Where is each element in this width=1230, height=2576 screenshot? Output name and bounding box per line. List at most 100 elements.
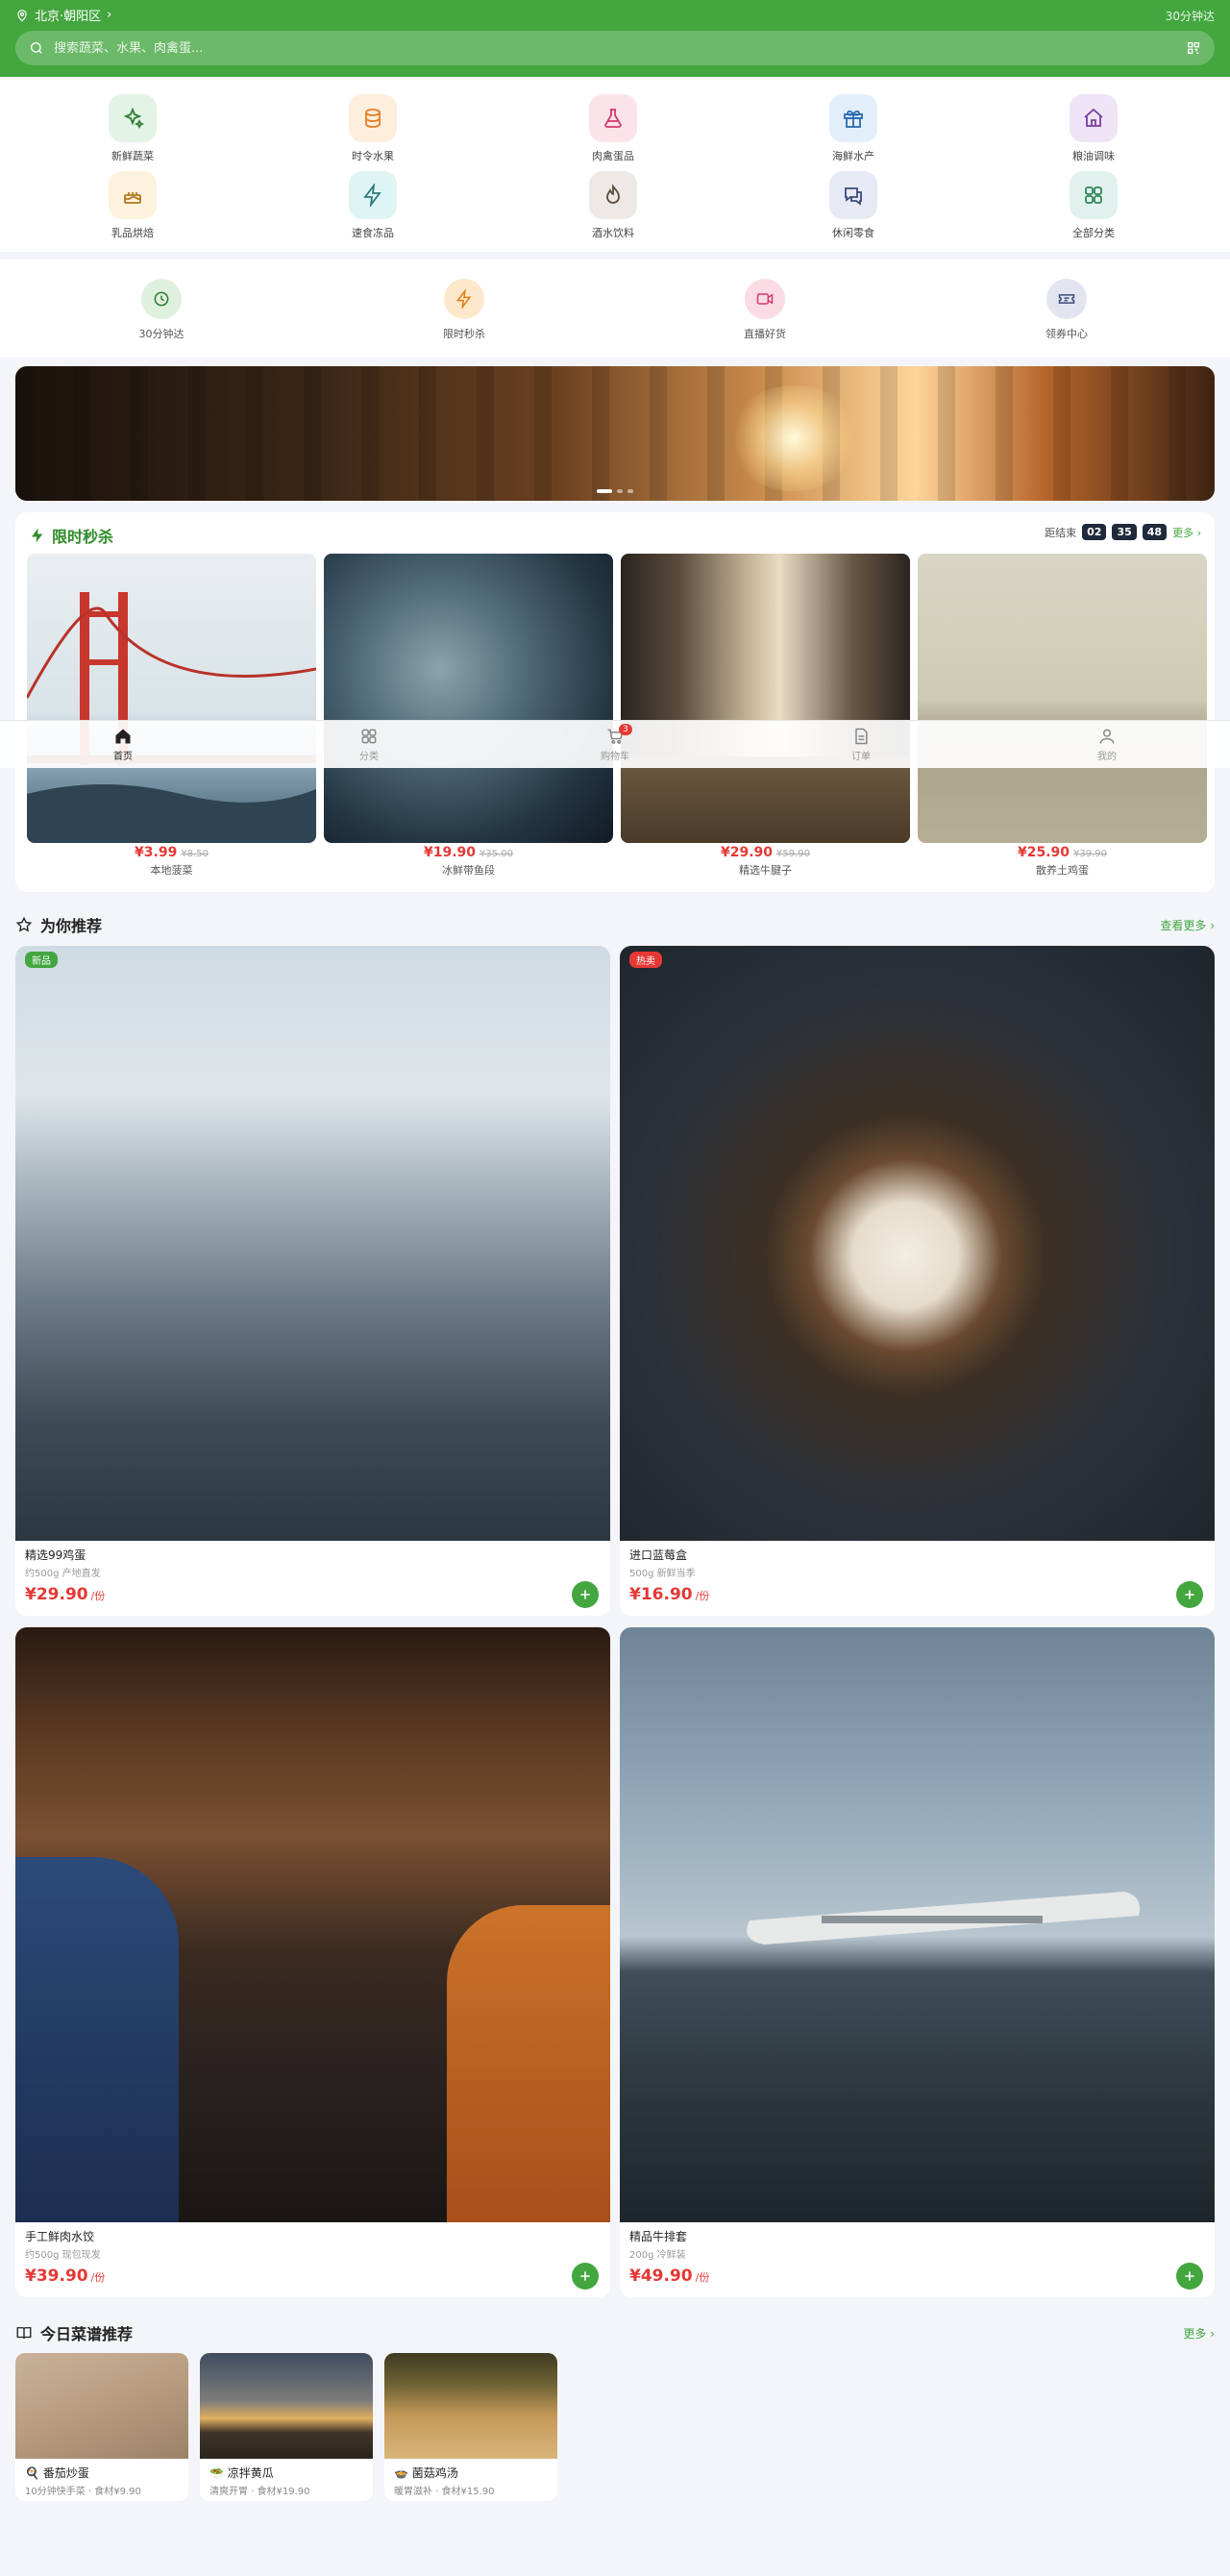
flash-item-price: ¥3.99 ¥8.50 (27, 845, 316, 860)
category-dairy[interactable]: 乳品烘焙 (75, 171, 190, 240)
category-label: 酒水饮料 (592, 227, 634, 239)
flash-item-name: 本地菠菜 (150, 864, 193, 877)
product-spec: 200g 冷鲜装 (629, 2250, 686, 2261)
sparkles-icon (109, 94, 157, 142)
doc-icon (855, 728, 868, 745)
category-seafood[interactable]: 海鲜水产 (796, 94, 911, 163)
recipe-image (200, 2353, 373, 2459)
product-spec: 约500g 产地直发 (25, 1569, 101, 1579)
category-grain-oil[interactable]: 粮油调味 (1036, 94, 1151, 163)
search-bar[interactable] (15, 31, 1215, 65)
flash-sale-section: 限时秒杀 距结束 02 35 48 更多 › ¥3.99 ¥8.50 本地菠菜 ¥… (15, 512, 1215, 892)
cart-badge: 3 (619, 724, 632, 735)
add-to-cart-button[interactable] (1176, 1581, 1203, 1608)
original-price: ¥8.50 (181, 849, 209, 859)
flash-more-link[interactable]: 更多 › (1172, 525, 1201, 540)
price: ¥19.90 (423, 845, 477, 860)
plane-wreck-illustration (747, 1892, 1140, 1944)
product-info: 精品牛排套 200g 冷鲜装 ¥49.90/份 (620, 2222, 1215, 2297)
banner-dot[interactable] (617, 489, 623, 493)
product-image: 热卖 (620, 946, 1215, 1541)
category-label: 新鲜蔬菜 (111, 150, 154, 162)
add-to-cart-button[interactable] (572, 1581, 599, 1608)
grid-icon (1070, 171, 1118, 219)
category-meat[interactable]: 肉禽蛋品 (555, 94, 671, 163)
flash-item[interactable]: ¥3.99 ¥8.50 本地菠菜 (27, 554, 316, 878)
nav-label: 购物车 (601, 752, 629, 762)
category-snacks[interactable]: 休闲零食 (796, 171, 911, 240)
product-info: 手工鲜肉水饺 约500g 现包现发 ¥39.90/份 (15, 2222, 610, 2297)
recommend-more-link[interactable]: 查看更多 › (1160, 917, 1215, 933)
category-frozen[interactable]: 速食冻品 (315, 171, 430, 240)
product-card[interactable]: 手工鲜肉水饺 约500g 现包现发 ¥39.90/份 (15, 1627, 610, 2297)
product-tag: 新品 (25, 952, 58, 968)
nav-label: 首页 (113, 752, 133, 762)
category-all[interactable]: 全部分类 (1036, 171, 1151, 240)
recipe-image (384, 2353, 557, 2459)
recipe-title: 🥗 凉拌黄瓜 (209, 2466, 274, 2480)
product-name: 进口蓝莓盒 (629, 1548, 688, 1562)
category-drinks[interactable]: 酒水饮料 (555, 171, 671, 240)
home-icon (115, 729, 131, 744)
quick-label: 领券中心 (1046, 328, 1088, 340)
price: ¥25.90 (1017, 845, 1070, 860)
chevron-right-icon: › (107, 8, 112, 22)
add-to-cart-button[interactable] (1176, 2263, 1203, 2290)
clock-icon (141, 279, 182, 319)
jacket-shape (15, 1857, 179, 2222)
add-to-cart-button[interactable] (572, 2263, 599, 2290)
product-price: ¥39.90/份 (25, 2266, 601, 2286)
category-label: 全部分类 (1072, 227, 1115, 239)
price: ¥39.90 (25, 2266, 88, 2286)
countdown-timer: 距结束 02 35 48 更多 › (1045, 524, 1201, 540)
nav-cart[interactable]: 3 购物车 (492, 721, 738, 768)
flash-item[interactable]: ¥19.90 ¥35.00 冰鲜带鱼段 (324, 554, 613, 878)
book-icon (16, 2327, 32, 2340)
quick-label: 直播好货 (744, 328, 786, 340)
category-label: 海鲜水产 (832, 150, 874, 162)
location-selector[interactable]: 北京·朝阳区 › (15, 6, 111, 24)
nav-category[interactable]: 分类 (246, 721, 492, 768)
product-card[interactable]: 新品 精选99鸡蛋 约500g 产地直发 ¥29.90/份 (15, 946, 610, 1616)
flash-item-price: ¥25.90 ¥39.90 (918, 845, 1207, 860)
category-label: 粮油调味 (1072, 150, 1115, 162)
flash-item-image (324, 554, 613, 843)
recommend-header: 为你推荐 查看更多 › (15, 913, 1215, 936)
app-header: 北京·朝阳区 › 30分钟达 (0, 0, 1230, 77)
recipe-card[interactable]: 🥗 凉拌黄瓜 清爽开胃 · 食材¥19.90 (200, 2353, 373, 2501)
product-card[interactable]: 精品牛排套 200g 冷鲜装 ¥49.90/份 (620, 1627, 1215, 2297)
product-name: 手工鲜肉水饺 (25, 2230, 95, 2243)
product-card[interactable]: 热卖 进口蓝莓盒 500g 新鲜当季 ¥16.90/份 (620, 946, 1215, 1616)
recipe-image (15, 2353, 188, 2459)
promo-banner[interactable] (15, 366, 1215, 501)
price: ¥3.99 (135, 845, 178, 860)
category-vegetables[interactable]: 新鲜蔬菜 (75, 94, 190, 163)
flash-item[interactable]: ¥29.90 ¥59.90 精选牛腱子 (621, 554, 910, 878)
delivery-time: 30分钟达 (1165, 10, 1215, 23)
quick-live[interactable]: 直播好货 (707, 279, 823, 341)
quick-flash-sale[interactable]: 限时秒杀 (406, 279, 522, 341)
flash-item[interactable]: ¥25.90 ¥39.90 散养土鸡蛋 (918, 554, 1207, 878)
recipe-card[interactable]: 🍲 菌菇鸡汤 暖胃滋补 · 食材¥15.90 (384, 2353, 557, 2501)
banner-dot-active[interactable] (597, 489, 612, 493)
nav-orders[interactable]: 订单 (738, 721, 984, 768)
quick-coupons[interactable]: 领券中心 (1009, 279, 1124, 341)
original-price: ¥35.00 (480, 849, 514, 859)
product-info: 精选99鸡蛋 约500g 产地直发 ¥29.90/份 (15, 1541, 610, 1616)
cake-icon (109, 171, 157, 219)
recipe-card[interactable]: 🍳 番茄炒蛋 10分钟快手菜 · 食材¥9.90 (15, 2353, 188, 2501)
nav-home[interactable]: 首页 (0, 721, 246, 768)
category-fruits[interactable]: 时令水果 (315, 94, 430, 163)
recipe-title: 🍲 菌菇鸡汤 (394, 2466, 458, 2480)
video-icon (745, 279, 785, 319)
recipes-more-link[interactable]: 更多 › (1183, 2325, 1215, 2341)
quick-fast-delivery[interactable]: 30分钟达 (104, 279, 219, 341)
product-info: 进口蓝莓盒 500g 新鲜当季 ¥16.90/份 (620, 1541, 1215, 1616)
nav-profile[interactable]: 我的 (984, 721, 1230, 768)
recipes-header: 今日菜谱推荐 更多 › (15, 2321, 1215, 2344)
search-input[interactable] (54, 40, 1176, 56)
banner-texture (15, 366, 1215, 501)
scan-icon[interactable] (1186, 40, 1201, 56)
banner-dot[interactable] (627, 489, 633, 493)
nav-label: 我的 (1097, 752, 1117, 762)
